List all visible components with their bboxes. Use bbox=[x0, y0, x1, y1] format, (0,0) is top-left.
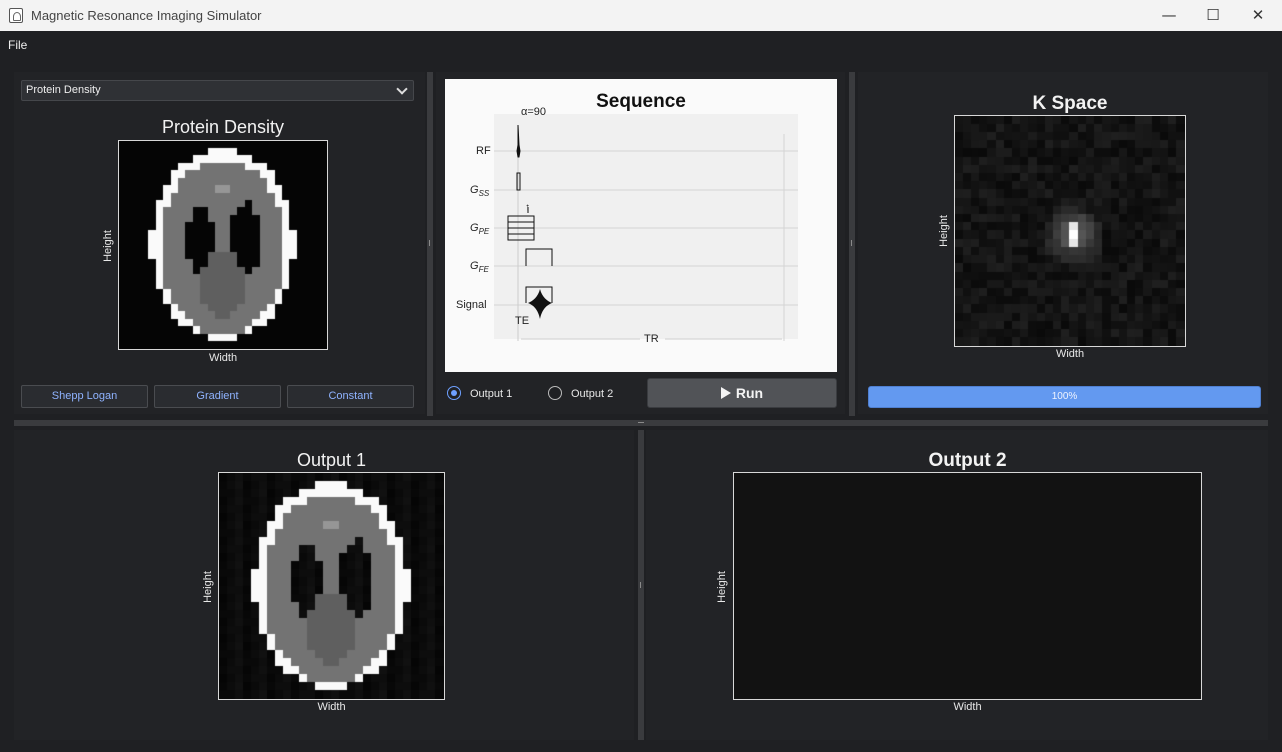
shepp-logan-button[interactable]: Shepp Logan bbox=[21, 385, 148, 408]
row-label-gpe: GPE bbox=[470, 222, 490, 237]
run-button[interactable]: Run bbox=[647, 378, 837, 408]
output2-radio[interactable] bbox=[548, 386, 562, 400]
tr-label: TR bbox=[644, 333, 659, 345]
output2-ylabel: Height bbox=[716, 571, 728, 603]
constant-button[interactable]: Constant bbox=[287, 385, 414, 408]
output2-xlabel: Width bbox=[953, 701, 982, 713]
sequence-diagram: Sequence α=90 RF GSS GPE GFE Signal ↑ TE… bbox=[445, 79, 837, 372]
input-plot-title: Protein Density bbox=[161, 117, 285, 137]
chevron-down-icon bbox=[396, 83, 408, 95]
splitter-handle bbox=[851, 240, 852, 246]
input-xlabel: Width bbox=[208, 352, 238, 364]
kspace-xlabel: Width bbox=[1055, 348, 1085, 360]
maximize-button[interactable]: ☐ bbox=[1190, 0, 1236, 31]
splitter-handle bbox=[638, 422, 644, 423]
sequence-plot bbox=[494, 114, 798, 341]
flip-angle-label: α=90 bbox=[521, 106, 547, 118]
row-label-gfe: GFE bbox=[470, 260, 489, 275]
kspace-title: K Space bbox=[1032, 93, 1108, 114]
app-window: Magnetic Resonance Imaging Simulator — ☐… bbox=[0, 0, 1282, 752]
row-label-rf: RF bbox=[476, 145, 491, 157]
output1-image[interactable] bbox=[218, 472, 445, 700]
gradient-button[interactable]: Gradient bbox=[154, 385, 281, 408]
minimize-button[interactable]: — bbox=[1146, 0, 1192, 31]
row-label-signal: Signal bbox=[456, 299, 487, 311]
splitter-horizontal[interactable] bbox=[14, 420, 1268, 426]
output1-canvas bbox=[219, 473, 444, 699]
window-title: Magnetic Resonance Imaging Simulator bbox=[31, 8, 262, 23]
up-arrow-icon: ↑ bbox=[525, 202, 530, 213]
kspace-ylabel: Height bbox=[938, 215, 950, 247]
output2-radio-label[interactable]: Output 2 bbox=[571, 388, 613, 400]
splitter-handle bbox=[640, 582, 641, 588]
menu-file[interactable]: File bbox=[8, 38, 27, 52]
image-type-select-value: Protein Density bbox=[26, 84, 101, 96]
phantom-canvas bbox=[119, 141, 327, 349]
splitter-handle bbox=[429, 240, 430, 246]
input-ylabel: Height bbox=[102, 230, 114, 262]
image-type-select[interactable]: Protein Density bbox=[21, 80, 414, 101]
splitter-bottom[interactable] bbox=[638, 430, 644, 740]
output1-xlabel: Width bbox=[317, 701, 346, 713]
progress-bar: 100% bbox=[868, 386, 1261, 408]
output1-radio-label[interactable]: Output 1 bbox=[470, 388, 512, 400]
input-image[interactable] bbox=[118, 140, 328, 350]
kspace-canvas bbox=[955, 116, 1185, 346]
splitter-left[interactable] bbox=[427, 72, 433, 416]
output2-image[interactable] bbox=[733, 472, 1202, 700]
close-button[interactable]: ✕ bbox=[1235, 0, 1281, 31]
kspace-image[interactable] bbox=[954, 115, 1186, 347]
output2-title: Output 2 bbox=[928, 450, 1007, 471]
output1-ylabel: Height bbox=[202, 571, 214, 603]
output1-title: Output 1 bbox=[296, 450, 367, 470]
te-label: TE bbox=[515, 315, 530, 327]
output1-radio[interactable] bbox=[447, 386, 461, 400]
splitter-right[interactable] bbox=[849, 72, 855, 416]
row-label-gss: GSS bbox=[470, 184, 490, 199]
menu-bar: File bbox=[0, 31, 1282, 58]
progress-text: 100% bbox=[1051, 391, 1078, 402]
app-icon bbox=[9, 8, 23, 23]
title-bar: Magnetic Resonance Imaging Simulator — ☐… bbox=[0, 0, 1282, 31]
play-icon bbox=[720, 387, 731, 399]
run-button-label: Run bbox=[735, 385, 764, 401]
